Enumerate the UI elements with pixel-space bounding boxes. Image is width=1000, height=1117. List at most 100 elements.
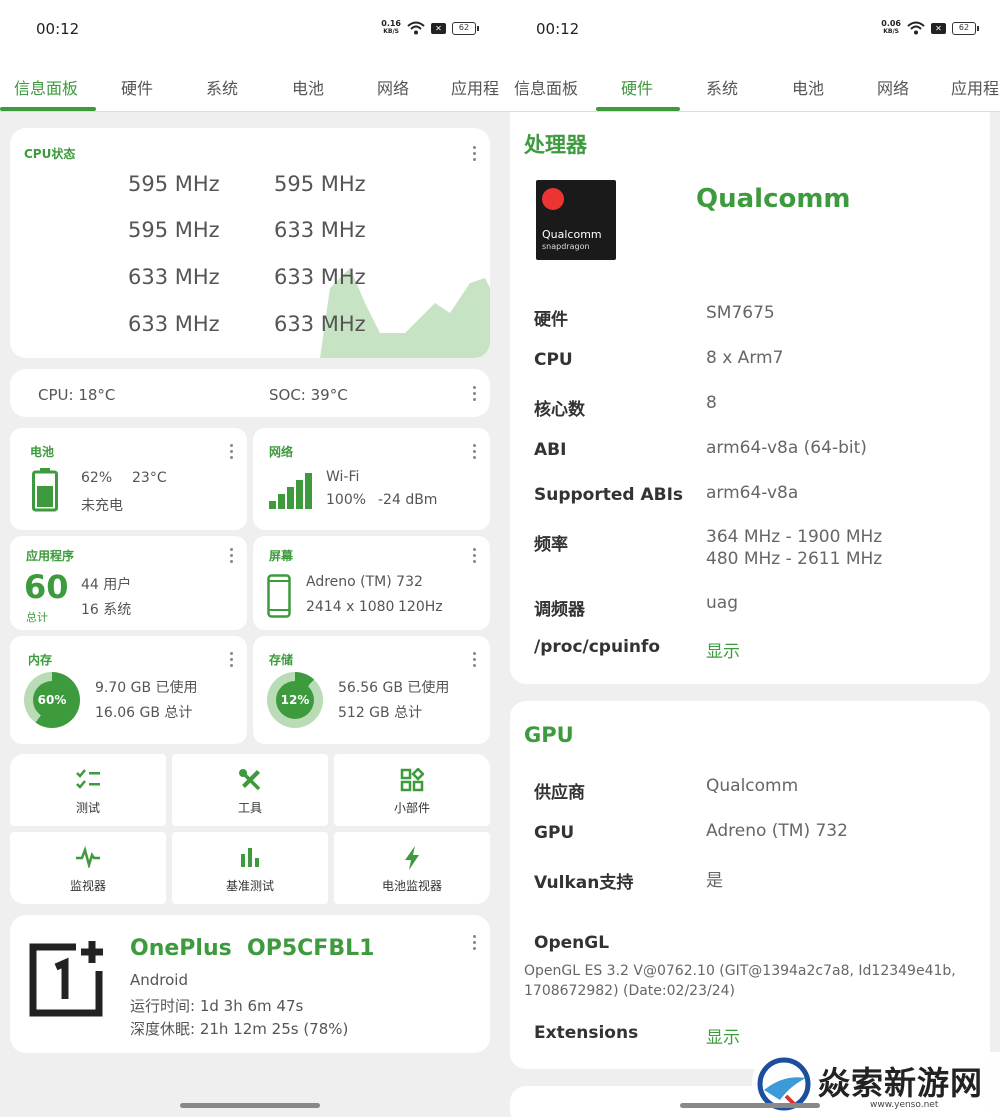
- bolt-icon: [334, 846, 490, 874]
- storage-used: 56.56 GB 已使用: [338, 680, 450, 696]
- gpu-title: GPU: [524, 723, 574, 747]
- network-card[interactable]: 网络 Wi-Fi 100% -24 dBm: [253, 428, 490, 530]
- spec-key: Supported ABIs: [534, 485, 684, 505]
- spec-value: Qualcomm: [706, 776, 799, 796]
- gpu-card: GPU 供应商 Qualcomm GPU Adreno (TM) 732 Vul…: [510, 701, 990, 1069]
- tab-bar: 信息面板 硬件 系统 电池 网络 应用程: [0, 62, 500, 112]
- tab-battery[interactable]: 电池: [292, 75, 324, 99]
- more-icon[interactable]: [229, 444, 233, 460]
- processor-card: 处理器 Qualcomm snapdragon Qualcomm 硬件 SM76…: [510, 112, 990, 684]
- tab-system[interactable]: 系统: [706, 75, 738, 99]
- apps-total-count: 60: [24, 568, 69, 606]
- battery-title: 电池: [30, 445, 55, 459]
- widgets-icon: [334, 767, 490, 796]
- gesture-bar[interactable]: [680, 1103, 820, 1108]
- memory-card[interactable]: 内存 60% 9.70 GB 已使用 16.06 GB 总计: [10, 636, 247, 744]
- cpu-load-graph: [320, 268, 490, 358]
- tool-battery-monitor-button[interactable]: 电池监视器: [334, 832, 490, 904]
- spec-key: 核心数: [534, 400, 585, 420]
- core-freq: 633 MHz: [274, 218, 366, 242]
- soc-temp: SOC: 39°C: [269, 386, 348, 404]
- temperature-card[interactable]: CPU: 18°C SOC: 39°C: [10, 369, 490, 417]
- tool-label: 监视器: [69, 879, 106, 893]
- more-icon[interactable]: [472, 548, 476, 564]
- tool-widgets-button[interactable]: 小部件: [334, 754, 490, 826]
- screen-card[interactable]: 屏幕 Adreno (TM) 732 2414 x 1080 120Hz: [253, 536, 490, 630]
- tab-system[interactable]: 系统: [206, 75, 238, 99]
- device-uptime: 运行时间: 1d 3h 6m 47s: [130, 997, 304, 1015]
- network-signal: 100%: [326, 492, 367, 508]
- spec-value: arm64-v8a: [706, 483, 799, 503]
- battery-percent: 62%: [81, 470, 113, 486]
- storage-total: 512 GB 总计: [338, 705, 423, 721]
- status-icons: 0.06 KB/S ✕ 62: [881, 20, 979, 36]
- storage-card[interactable]: 存储 12% 56.56 GB 已使用 512 GB 总计: [253, 636, 490, 744]
- battery-icon: 62: [452, 21, 479, 35]
- opengl-version: OpenGL ES 3.2 V@0762.10 (GIT@1394a2c7a8,…: [524, 963, 956, 979]
- screen-gpu: Adreno (TM) 732: [306, 574, 423, 590]
- apps-card[interactable]: 应用程序 60 总计 44 用户 16 系统: [10, 536, 247, 630]
- spec-value: arm64-v8a (64-bit): [706, 438, 867, 458]
- tab-hardware[interactable]: 硬件: [121, 75, 153, 99]
- tool-tools-button[interactable]: 工具: [172, 754, 328, 826]
- more-icon[interactable]: [472, 444, 476, 460]
- more-icon[interactable]: [229, 548, 233, 564]
- status-time: 00:12: [536, 20, 580, 38]
- tool-label: 测试: [75, 801, 100, 815]
- spec-key: ABI: [534, 440, 567, 460]
- battery-temp: 23°C: [132, 470, 167, 486]
- core-freq: 633 MHz: [128, 265, 220, 289]
- screen-resolution: 2414 x 1080: [306, 599, 395, 615]
- more-icon[interactable]: [472, 386, 476, 402]
- extensions-show-link[interactable]: 显示: [706, 1023, 740, 1048]
- close-notification-icon: ✕: [931, 22, 946, 34]
- spec-key: GPU: [534, 823, 575, 843]
- phone-icon: [267, 574, 291, 618]
- more-icon[interactable]: [229, 652, 233, 668]
- tab-apps[interactable]: 应用程: [451, 75, 499, 99]
- spec-value: 是: [706, 871, 723, 891]
- wifi-icon: [907, 21, 925, 35]
- spec-key: 硬件: [534, 310, 568, 330]
- tab-apps[interactable]: 应用程: [951, 75, 999, 99]
- spec-key: 调频器: [534, 600, 585, 620]
- tab-network[interactable]: 网络: [377, 75, 409, 99]
- tab-battery[interactable]: 电池: [792, 75, 824, 99]
- snapdragon-icon: [542, 188, 564, 210]
- cpu-status-title: CPU状态: [24, 147, 76, 161]
- spec-key: 供应商: [534, 783, 585, 803]
- spec-value: SM7675: [706, 303, 775, 323]
- cpu-status-card[interactable]: CPU状态 595 MHz 595 MHz 595 MHz 633 MHz 63…: [10, 128, 490, 358]
- signal-bars-icon: [269, 473, 312, 509]
- spec-value: Adreno (TM) 732: [706, 821, 848, 841]
- tab-dashboard[interactable]: 信息面板: [14, 75, 78, 99]
- tab-network[interactable]: 网络: [877, 75, 909, 99]
- tool-monitor-button[interactable]: 监视器: [10, 832, 166, 904]
- tool-label: 工具: [237, 801, 262, 815]
- tool-test-button[interactable]: 测试: [10, 754, 166, 826]
- tab-hardware[interactable]: 硬件: [621, 75, 653, 99]
- status-bar: 00:12 0.06 KB/S ✕ 62: [500, 0, 1000, 62]
- processor-vendor: Qualcomm: [696, 184, 851, 214]
- device-card[interactable]: OnePlus OP5CFBL1 Android 运行时间: 1d 3h 6m …: [10, 915, 490, 1053]
- opengl-version-cont: 1708672982) (Date:02/23/24): [524, 983, 735, 999]
- spec-key: Vulkan支持: [534, 873, 634, 893]
- tool-benchmark-button[interactable]: 基准测试: [172, 832, 328, 904]
- oneplus-logo: [29, 941, 103, 1017]
- more-icon[interactable]: [472, 652, 476, 668]
- cpuinfo-show-link[interactable]: 显示: [706, 637, 740, 662]
- cpuinfo-label: /proc/cpuinfo: [534, 637, 661, 657]
- more-icon[interactable]: [472, 935, 476, 951]
- memory-ring: 60%: [24, 672, 80, 728]
- apps-user: 44 用户: [81, 577, 132, 593]
- battery-level-icon: [32, 468, 58, 512]
- gesture-bar[interactable]: [180, 1103, 320, 1108]
- device-os: Android: [130, 971, 188, 989]
- tool-label: 基准测试: [225, 879, 274, 893]
- more-icon[interactable]: [472, 146, 476, 162]
- battery-card[interactable]: 电池 62% 23°C 未充电: [10, 428, 247, 530]
- tab-bar: 信息面板 硬件 系统 电池 网络 应用程: [500, 62, 1000, 112]
- opengl-label: OpenGL: [534, 933, 610, 953]
- device-name: OnePlus OP5CFBL1: [130, 936, 375, 961]
- tab-dashboard[interactable]: 信息面板: [514, 75, 578, 99]
